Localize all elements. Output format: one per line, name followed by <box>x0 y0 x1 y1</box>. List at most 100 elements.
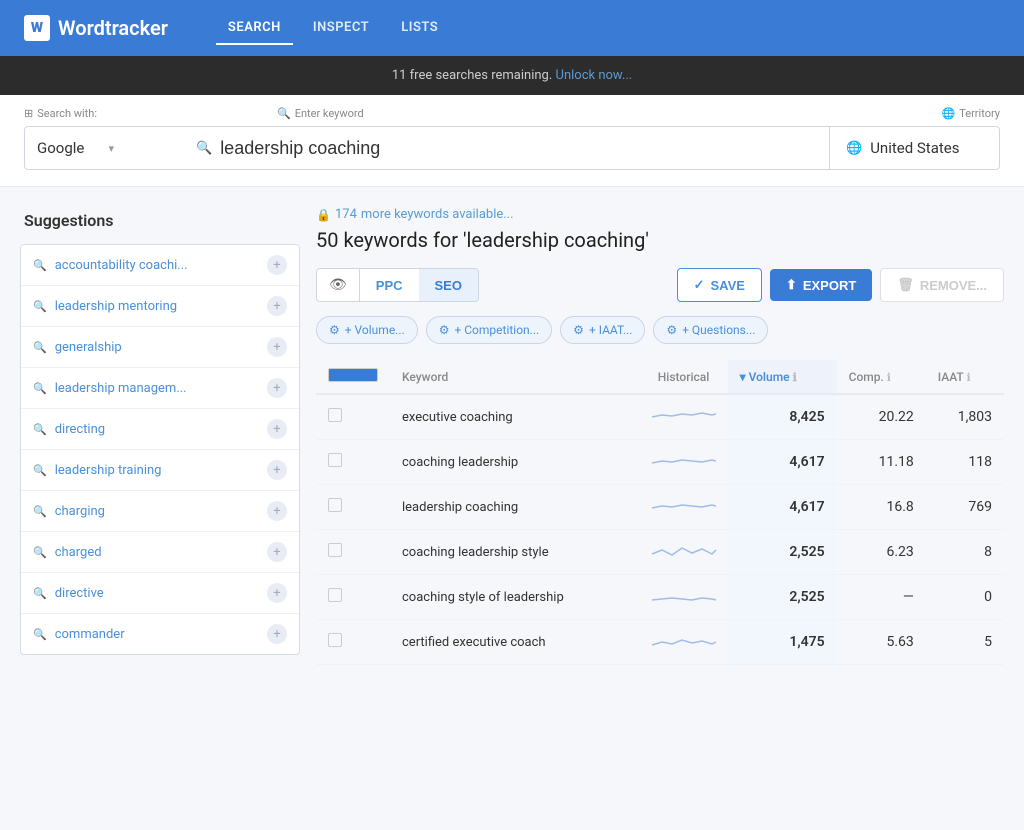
table-row: coaching leadership style 2,525 6.23 8 <box>316 530 1004 575</box>
comp-cell: 20.22 <box>837 394 926 440</box>
lock-icon: 🔒 <box>316 208 331 222</box>
search-labels: ⊞ Search with: 🔍 Enter keyword 🌐 Territo… <box>24 107 1000 120</box>
volume-cell: 2,525 <box>728 530 837 575</box>
iaat-info-icon[interactable]: ℹ <box>966 371 970 384</box>
iaat-cell: 118 <box>926 440 1004 485</box>
save-button[interactable]: ✓ SAVE <box>677 268 762 302</box>
add-keyword-icon[interactable]: + <box>267 255 287 275</box>
iaat-cell: 1,803 <box>926 394 1004 440</box>
sidebar-item[interactable]: 🔍 leadership managem... + <box>21 368 299 409</box>
filter-label: + Competition... <box>454 323 539 337</box>
row-checkbox[interactable] <box>328 408 342 422</box>
engine-label-icon: ⊞ <box>24 107 33 120</box>
add-keyword-icon[interactable]: + <box>267 542 287 562</box>
unlock-link[interactable]: Unlock now... <box>556 68 633 83</box>
export-button[interactable]: ⬆ EXPORT <box>770 269 872 301</box>
col-iaat: IAAT ℹ <box>926 360 1004 394</box>
select-all-checkbox[interactable] <box>328 368 378 382</box>
nav-lists[interactable]: LISTS <box>389 12 450 45</box>
sidebar-item-label: leadership mentoring <box>55 299 259 314</box>
territory-label: 🌐 Territory <box>942 107 1001 120</box>
sidebar-item[interactable]: 🔍 commander + <box>21 614 299 654</box>
tab-seo[interactable]: SEO <box>419 269 478 301</box>
row-checkbox[interactable] <box>328 588 342 602</box>
sidebar-item[interactable]: 🔍 leadership training + <box>21 450 299 491</box>
sidebar-list: 🔍 accountability coachi... + 🔍 leadershi… <box>20 244 300 655</box>
tab-eye[interactable]: 👁 <box>317 269 360 301</box>
keyword-input[interactable] <box>220 138 817 159</box>
add-keyword-icon[interactable]: + <box>267 583 287 603</box>
add-keyword-icon[interactable]: + <box>267 337 287 357</box>
historical-cell <box>640 485 728 530</box>
nav-search[interactable]: SEARCH <box>216 12 293 45</box>
sidebar-item[interactable]: 🔍 accountability coachi... + <box>21 245 299 286</box>
row-checkbox[interactable] <box>328 453 342 467</box>
main-content: Suggestions 🔍 accountability coachi... +… <box>0 187 1024 830</box>
sidebar-item[interactable]: 🔍 directing + <box>21 409 299 450</box>
comp-cell: — <box>837 575 926 620</box>
more-text: more keywords available... <box>361 207 514 222</box>
add-keyword-icon[interactable]: + <box>267 296 287 316</box>
engine-value: Google <box>37 139 101 157</box>
search-icon: 🔍 <box>33 505 47 518</box>
logo-icon: W <box>24 15 50 41</box>
export-icon: ⬆ <box>786 277 797 293</box>
sidebar-item[interactable]: 🔍 leadership mentoring + <box>21 286 299 327</box>
filter-pill[interactable]: ⚙+ Questions... <box>653 316 768 344</box>
row-checkbox[interactable] <box>328 633 342 647</box>
filter-icon: ⚙ <box>329 323 340 337</box>
search-icon: 🔍 <box>33 546 47 559</box>
sidebar-item[interactable]: 🔍 generalship + <box>21 327 299 368</box>
col-keyword: Keyword <box>390 360 640 394</box>
volume-cell: 4,617 <box>728 485 837 530</box>
row-checkbox[interactable] <box>328 498 342 512</box>
comp-cell: 6.23 <box>837 530 926 575</box>
keyword-cell: certified executive coach <box>390 620 640 665</box>
comp-cell: 16.8 <box>837 485 926 530</box>
volume-cell: 8,425 <box>728 394 837 440</box>
volume-cell: 1,475 <box>728 620 837 665</box>
historical-cell <box>640 394 728 440</box>
filter-pill[interactable]: ⚙ + Competition... <box>426 316 552 344</box>
volume-info-icon[interactable]: ℹ <box>793 371 797 384</box>
col-volume[interactable]: ▾ Volume ℹ <box>728 360 837 394</box>
add-keyword-icon[interactable]: + <box>267 378 287 398</box>
add-keyword-icon[interactable]: + <box>267 460 287 480</box>
logo: W Wordtracker <box>24 15 168 41</box>
iaat-cell: 769 <box>926 485 1004 530</box>
add-keyword-icon[interactable]: + <box>267 419 287 439</box>
engine-select[interactable]: Google ▾ <box>24 126 184 170</box>
nav-inspect[interactable]: INSPECT <box>301 12 381 45</box>
search-icon: 🔍 <box>33 382 47 395</box>
historical-cell <box>640 620 728 665</box>
add-keyword-icon[interactable]: + <box>267 501 287 521</box>
add-keyword-icon[interactable]: + <box>267 624 287 644</box>
comp-info-icon[interactable]: ℹ <box>887 371 891 384</box>
filter-pill[interactable]: ⚙+ IAAT... <box>560 316 645 344</box>
table-row: leadership coaching 4,617 16.8 769 <box>316 485 1004 530</box>
tab-group: 👁 PPC SEO <box>316 268 479 302</box>
sidebar-item-label: charged <box>55 545 259 560</box>
iaat-cell: 8 <box>926 530 1004 575</box>
globe-icon: 🌐 <box>942 107 956 120</box>
keywords-table: Keyword Historical ▾ Volume ℹ Comp. ℹ IA… <box>316 360 1004 665</box>
row-checkbox[interactable] <box>328 543 342 557</box>
results-count: 50 <box>316 228 338 252</box>
filter-icon: ⚙ <box>439 323 450 337</box>
territory-box[interactable]: 🌐 United States <box>830 126 1000 170</box>
remove-button[interactable]: 🗑 REMOVE... <box>880 268 1004 302</box>
keyword-cell: leadership coaching <box>390 485 640 530</box>
filter-pill[interactable]: ⚙+ Volume... <box>316 316 418 344</box>
sidebar-item[interactable]: 🔍 charging + <box>21 491 299 532</box>
filter-label: + IAAT... <box>589 323 632 337</box>
sidebar-item-label: generalship <box>55 340 259 355</box>
sidebar-item[interactable]: 🔍 charged + <box>21 532 299 573</box>
iaat-cell: 0 <box>926 575 1004 620</box>
col-historical: Historical <box>640 360 728 394</box>
sidebar-item[interactable]: 🔍 directive + <box>21 573 299 614</box>
iaat-cell: 5 <box>926 620 1004 665</box>
tab-ppc[interactable]: PPC <box>360 269 419 301</box>
sidebar-item-label: leadership managem... <box>55 381 259 396</box>
sidebar: Suggestions 🔍 accountability coachi... +… <box>0 187 300 830</box>
volume-cell: 2,525 <box>728 575 837 620</box>
